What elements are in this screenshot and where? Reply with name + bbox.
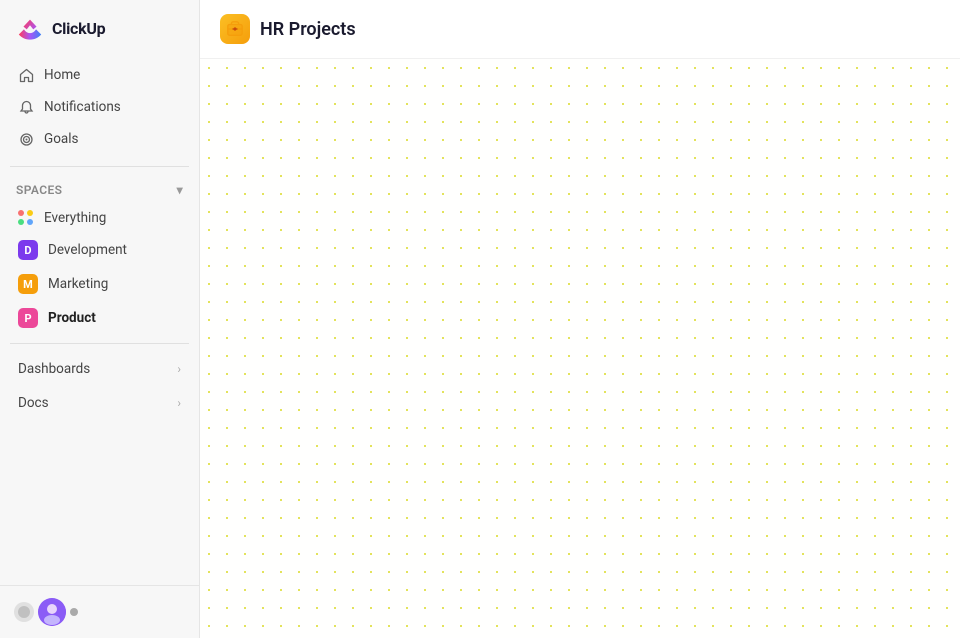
sidebar: ClickUp Home Notifications <box>0 0 200 638</box>
sidebar-item-docs-label: Docs <box>18 395 49 411</box>
dotted-canvas[interactable] <box>200 59 960 638</box>
status-indicator <box>70 608 78 616</box>
home-icon <box>18 67 34 83</box>
clickup-logo-icon <box>16 14 44 42</box>
target-icon <box>18 131 34 147</box>
development-avatar: D <box>18 240 38 260</box>
main-header: HR Projects <box>200 0 960 59</box>
sidebar-item-everything-label: Everything <box>44 210 106 226</box>
sidebar-item-goals-label: Goals <box>44 131 79 147</box>
bell-icon <box>18 99 34 115</box>
hr-projects-icon <box>226 20 244 38</box>
logo[interactable]: ClickUp <box>0 0 199 56</box>
sidebar-item-everything[interactable]: Everything <box>8 203 191 233</box>
everything-grid-icon <box>18 210 34 226</box>
user-avatar-image <box>38 598 66 626</box>
dashboards-chevron-icon: › <box>177 362 181 376</box>
sidebar-item-dashboards-label: Dashboards <box>18 361 90 377</box>
sidebar-item-marketing-label: Marketing <box>48 276 108 292</box>
project-icon <box>220 14 250 44</box>
sidebar-item-development[interactable]: D Development <box>8 233 191 267</box>
avatar-small <box>14 602 34 622</box>
sidebar-item-product[interactable]: P Product <box>8 301 191 335</box>
sidebar-item-goals[interactable]: Goals <box>8 124 191 154</box>
sidebar-item-docs[interactable]: Docs › <box>2 386 197 420</box>
sidebar-item-home-label: Home <box>44 67 80 83</box>
page-title: HR Projects <box>260 19 356 40</box>
main-content: HR Projects <box>200 0 960 638</box>
sidebar-nav: Home Notifications Goals <box>0 56 199 158</box>
logo-text: ClickUp <box>52 19 105 38</box>
spaces-chevron-icon[interactable]: ▾ <box>177 183 183 197</box>
sidebar-item-product-label: Product <box>48 310 96 326</box>
nav-divider <box>10 166 189 167</box>
marketing-avatar: M <box>18 274 38 294</box>
sidebar-item-home[interactable]: Home <box>8 60 191 90</box>
sidebar-bottom <box>0 585 199 638</box>
sidebar-item-marketing[interactable]: M Marketing <box>8 267 191 301</box>
sidebar-item-notifications[interactable]: Notifications <box>8 92 191 122</box>
sidebar-item-notifications-label: Notifications <box>44 99 121 115</box>
user-avatar[interactable] <box>38 598 66 626</box>
user-avatar-group[interactable] <box>14 598 78 626</box>
product-avatar: P <box>18 308 38 328</box>
sidebar-item-dashboards[interactable]: Dashboards › <box>2 352 197 386</box>
spaces-divider <box>10 343 189 344</box>
spaces-header: Spaces ▾ <box>0 175 199 203</box>
spaces-label: Spaces <box>16 183 62 197</box>
docs-chevron-icon: › <box>177 396 181 410</box>
sidebar-item-development-label: Development <box>48 242 127 258</box>
